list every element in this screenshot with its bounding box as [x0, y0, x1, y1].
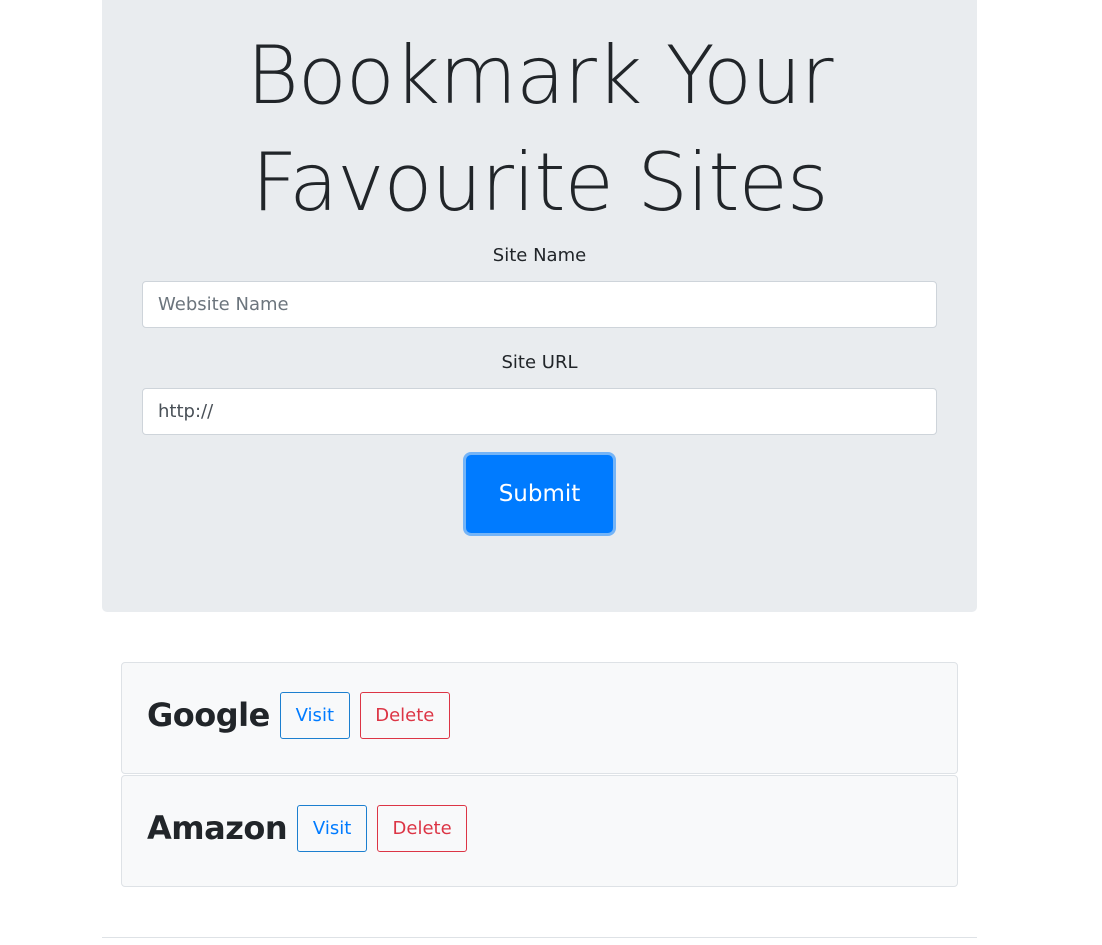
- site-name-input[interactable]: [142, 281, 937, 328]
- delete-button[interactable]: Delete: [359, 691, 450, 739]
- site-name-label: Site Name: [492, 245, 587, 266]
- delete-button[interactable]: Delete: [377, 804, 468, 852]
- visit-button[interactable]: Visit: [297, 804, 368, 852]
- site-url-input[interactable]: [142, 388, 937, 435]
- bookmark-card: Amazon Visit Delete: [121, 775, 958, 887]
- visit-button[interactable]: Visit: [279, 691, 350, 739]
- jumbotron: Bookmark Your Favourite Sites Site Name …: [102, 0, 977, 612]
- bookmark-card: Google Visit Delete: [121, 662, 958, 774]
- site-url-label: Site URL: [501, 352, 578, 373]
- bookmark-site-name: Amazon: [147, 809, 288, 847]
- page-title: Bookmark Your Favourite Sites: [246, 29, 834, 229]
- bookmark-site-name: Google: [147, 696, 270, 734]
- submit-button[interactable]: Submit: [466, 455, 613, 533]
- footer-divider: [102, 937, 977, 938]
